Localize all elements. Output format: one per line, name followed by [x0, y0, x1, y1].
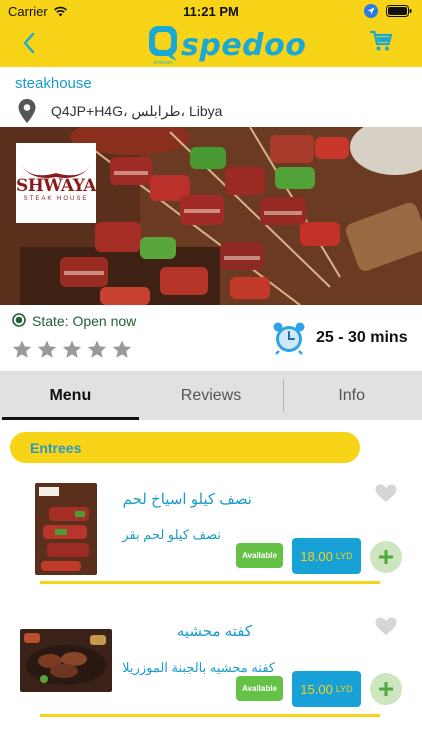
plus-icon — [379, 550, 393, 564]
logo-text: spedoo — [181, 27, 307, 63]
store-logo: SHWAYA STEAK HOUSE — [16, 143, 96, 223]
tab-menu[interactable]: Menu — [0, 371, 141, 420]
star-icon — [12, 340, 32, 358]
chevron-left-icon — [23, 32, 35, 54]
tab-menu-label: Menu — [49, 386, 92, 404]
availability-badge: Available — [236, 543, 283, 568]
status-time: 11:21 PM — [183, 4, 239, 19]
svg-text:SPEDOO: SPEDOO — [153, 60, 173, 65]
logo-badge-icon: SPEDOO — [149, 26, 177, 65]
alarm-clock-icon — [273, 322, 305, 355]
location-pin-icon — [18, 99, 36, 123]
store-address[interactable]: Q4JP+H4G، طرابلس، Libya — [17, 98, 222, 124]
back-button[interactable] — [22, 32, 36, 59]
menu-item-name: كفته محشيه — [176, 623, 252, 640]
availability-badge: Available — [236, 676, 283, 701]
star-icon — [112, 340, 132, 358]
star-icon — [62, 340, 82, 358]
location-arrow-icon — [364, 4, 378, 18]
section-header: Entrees — [10, 432, 360, 463]
status-indicators — [364, 4, 412, 18]
add-to-cart-button[interactable] — [370, 673, 402, 705]
store-state: State: Open now — [12, 311, 222, 333]
price-value: 15.00 — [300, 681, 333, 697]
heart-icon — [375, 484, 397, 502]
section-title: Entrees — [30, 440, 82, 456]
address-text: Q4JP+H4G، طرابلس، Libya — [51, 102, 223, 119]
star-icon — [87, 340, 107, 358]
battery-icon — [386, 5, 412, 17]
tab-reviews[interactable]: Reviews — [141, 371, 282, 420]
radio-on-icon — [12, 313, 26, 327]
delivery-time-text: 25 - 30 mins — [316, 329, 408, 346]
item-divider — [40, 581, 380, 584]
tab-bar: Menu Reviews Info — [0, 371, 422, 420]
price-value: 18.00 — [300, 548, 333, 564]
app-logo: SPEDOO spedoo — [148, 24, 306, 66]
rating-stars — [12, 340, 132, 359]
tab-divider — [283, 379, 284, 412]
plus-icon — [379, 682, 393, 696]
price-tag: 18.00 LYD — [292, 538, 361, 574]
cart-button[interactable] — [369, 30, 393, 57]
tab-info[interactable]: Info — [281, 371, 422, 420]
store-name: steakhouse — [15, 75, 92, 92]
state-text: State: Open now — [32, 313, 137, 329]
store-logo-subtext: STEAK HOUSE — [23, 196, 89, 202]
price-tag: 15.00 LYD — [292, 671, 361, 707]
tab-reviews-label: Reviews — [180, 386, 242, 404]
store-logo-text: SHWAYA — [16, 176, 96, 196]
price-currency: LYD — [335, 684, 353, 694]
favorite-button[interactable] — [375, 617, 397, 641]
menu-item-description: كفته محشيه بالجبنة الموزريلا — [122, 660, 275, 675]
star-icon — [37, 340, 57, 358]
menu-item-image — [35, 483, 97, 575]
app-header: Carrier 11:21 PM SPEDOO spedoo — [0, 0, 422, 67]
item-divider — [40, 714, 380, 717]
status-bar: Carrier 11:21 PM — [0, 0, 422, 22]
heart-icon — [375, 617, 397, 635]
menu-item-name: نصف كيلو اسياخ لحم — [122, 491, 252, 508]
price-currency: LYD — [335, 551, 353, 561]
delivery-time: 25 - 30 mins — [273, 321, 408, 355]
cart-icon — [369, 30, 393, 51]
nav-bar: SPEDOO spedoo — [0, 22, 422, 67]
tab-info-label: Info — [338, 386, 366, 404]
add-to-cart-button[interactable] — [370, 541, 402, 573]
favorite-button[interactable] — [375, 484, 397, 508]
menu-item-description: نصف كيلو لحم بقر — [122, 527, 221, 542]
menu-item-image — [20, 629, 112, 692]
